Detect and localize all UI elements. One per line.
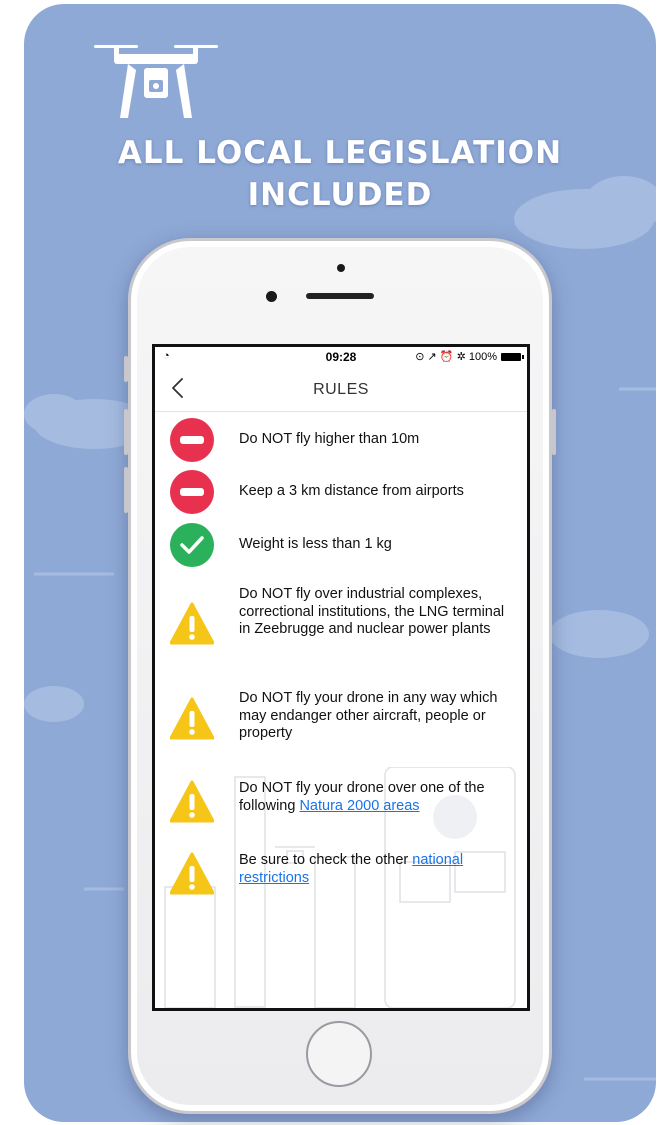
volume-up-button xyxy=(124,409,128,455)
home-button[interactable] xyxy=(306,1021,372,1087)
phone-mockup: ◔ 09:28 ⊙ ↗ ⏰ ✲ 100% RULES Do NOT fly hi… xyxy=(124,238,556,1114)
rule-text: Keep a 3 km distance from airports xyxy=(239,483,464,499)
headline: ALL LOCAL LEGISLATION INCLUDED xyxy=(24,132,656,216)
volume-down-button xyxy=(124,467,128,513)
status-icons: ⊙ ↗ ⏰ ✲ xyxy=(415,351,466,363)
rule-text: Do NOT fly your drone over one of the fo… xyxy=(239,780,519,815)
no-entry-icon xyxy=(170,418,214,462)
navigation-bar: RULES xyxy=(155,367,527,412)
earpiece-speaker xyxy=(306,293,374,299)
rule-item: Be sure to check the other national rest… xyxy=(155,852,527,895)
warning-icon xyxy=(170,852,214,895)
page-title: RULES xyxy=(313,381,369,398)
rule-item: Do NOT fly higher than 10m xyxy=(155,418,527,462)
rule-item: Keep a 3 km distance from airports xyxy=(155,470,527,514)
power-button xyxy=(552,409,556,455)
front-camera xyxy=(266,291,277,302)
drone-logo-icon xyxy=(94,45,218,118)
warning-icon xyxy=(170,780,214,823)
rule-text: Do NOT fly over industrial complexes, co… xyxy=(239,586,505,637)
warning-icon xyxy=(170,602,214,645)
proximity-sensor xyxy=(337,264,345,272)
rule-text-before: Be sure to check the other xyxy=(239,852,413,868)
no-entry-icon xyxy=(170,470,214,514)
headline-line-2: INCLUDED xyxy=(247,177,433,213)
battery-percent: 100% xyxy=(468,351,497,363)
rule-text: Do NOT fly your drone in any way which m… xyxy=(239,690,498,741)
rule-item: Weight is less than 1 kg xyxy=(155,523,527,567)
battery-icon xyxy=(501,353,524,361)
warning-icon xyxy=(170,697,214,740)
rule-text: Do NOT fly higher than 10m xyxy=(239,431,420,447)
rule-item: Do NOT fly your drone over one of the fo… xyxy=(155,780,527,823)
app-screen: ◔ 09:28 ⊙ ↗ ⏰ ✲ 100% RULES Do NOT fly hi… xyxy=(152,344,530,1011)
rule-text: Weight is less than 1 kg xyxy=(239,536,392,552)
natura-2000-link[interactable]: Natura 2000 areas xyxy=(299,798,419,814)
rule-item: Do NOT fly over industrial complexes, co… xyxy=(155,586,527,658)
headline-line-1: ALL LOCAL LEGISLATION xyxy=(117,135,563,171)
rule-item: Do NOT fly your drone in any way which m… xyxy=(155,690,527,744)
status-bar: ◔ 09:28 ⊙ ↗ ⏰ ✲ 100% xyxy=(155,347,527,367)
status-right-icons: ⊙ ↗ ⏰ ✲ 100% xyxy=(415,350,497,363)
checkmark-icon xyxy=(170,523,214,567)
rule-text: Be sure to check the other national rest… xyxy=(239,852,519,887)
mute-switch xyxy=(124,356,128,382)
